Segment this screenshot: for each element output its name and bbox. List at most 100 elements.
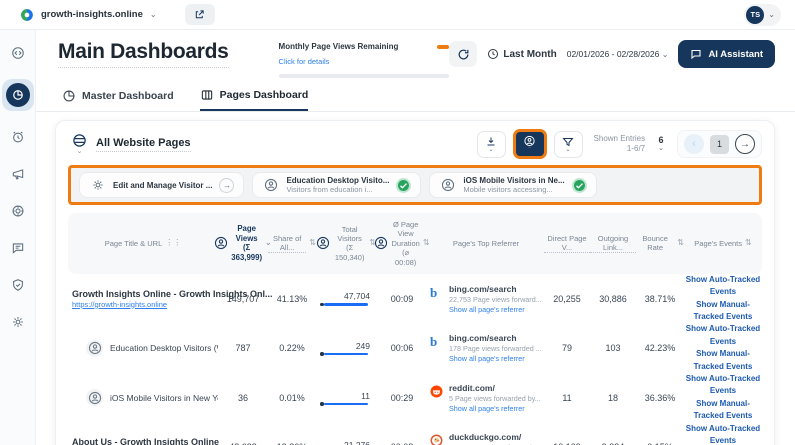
alarm-icon xyxy=(11,130,25,144)
outgoing-cell: 103 xyxy=(605,343,621,354)
open-site-button[interactable] xyxy=(184,4,215,25)
chevron-down-icon: ⌄ xyxy=(768,9,775,19)
refresh-button[interactable] xyxy=(449,41,478,67)
site-logo-icon xyxy=(20,8,34,22)
all-website-pages-card: ⌄ All Website Pages ⌄ ⌃ ⌄ Shown Entries … xyxy=(55,120,775,445)
panel-toggle-icon xyxy=(11,46,25,60)
visitor-chip[interactable]: iOS Mobile Visitors in Ne... Mobile visi… xyxy=(429,172,597,198)
quota-details-link[interactable]: Click for details xyxy=(279,57,330,66)
sidebar-item-megaphone[interactable] xyxy=(7,163,29,185)
bounce-cell: 38.71% xyxy=(644,293,676,304)
visitor-chip[interactable]: Edit and Manage Visitor ... → xyxy=(79,172,245,198)
duration-cell: 00:29 xyxy=(390,392,414,403)
pie-icon xyxy=(62,89,76,103)
drag-handle-icon[interactable]: ⋮⋮ xyxy=(165,238,181,248)
show-all-referrers-link[interactable]: Show all page's referrer xyxy=(449,354,525,363)
segment-title-cell: Education Desktop Visitors (Windows + ..… xyxy=(68,339,218,357)
duckduckgo-icon xyxy=(430,434,443,445)
column-header-title[interactable]: Page Title & URL ⋮⋮ xyxy=(68,238,218,248)
page-url-link[interactable]: https://growth-insights.online xyxy=(72,300,167,309)
sidebar-item-alarm[interactable] xyxy=(7,126,29,148)
referrer-cell: duckduckgo.com/ 5,091 Page views forward… xyxy=(428,432,544,445)
views-cell: 787 xyxy=(235,343,251,354)
quota-widget: Monthly Page Views Remaining Click for d… xyxy=(278,42,449,78)
quota-label: Monthly Page Views Remaining xyxy=(278,42,399,51)
arrow-right-icon[interactable]: → xyxy=(219,177,235,193)
sidebar-item-settings[interactable] xyxy=(7,311,29,333)
events-link[interactable]: Show Auto-Tracked Events xyxy=(684,423,762,445)
filter-button[interactable]: ⌄ xyxy=(553,130,583,158)
column-header-events[interactable]: Page's Events ⇅ xyxy=(684,238,762,248)
visitor-chip[interactable]: Education Desktop Visito... Visitors fro… xyxy=(252,172,422,198)
period-selector[interactable]: Last Month xyxy=(487,48,557,60)
person-icon xyxy=(441,178,455,192)
period-label: Last Month xyxy=(503,48,557,60)
visitor-group-chips: Edit and Manage Visitor ... → Education … xyxy=(68,165,762,205)
sort-icon[interactable]: ⇅ xyxy=(677,238,684,248)
card-title: All Website Pages xyxy=(96,137,191,152)
site-selector[interactable]: growth-insights.online ⌄ xyxy=(14,6,163,24)
events-link[interactable]: Show Auto-Tracked Events xyxy=(684,323,762,348)
referrer-cell: b bing.com/search 22,753 Page views forw… xyxy=(430,283,542,314)
top-bar: growth-insights.online ⌄ TS ⌄ xyxy=(0,0,795,30)
table-row: About Us - Growth Insights Online https:… xyxy=(68,423,762,445)
pagination: ‹ 1 → xyxy=(677,130,762,158)
share-cell: 0.01% xyxy=(279,392,305,403)
column-header-share[interactable]: Share of All... ⇅ xyxy=(268,234,316,254)
tab-master-dashboard[interactable]: Master Dashboard xyxy=(62,88,174,111)
column-header-outgoing[interactable]: Outgoing Link... xyxy=(590,234,636,254)
events-link[interactable]: Show Manual-Tracked Events xyxy=(684,398,762,423)
sort-icon[interactable]: ⇅ xyxy=(745,238,752,248)
column-header-bounce[interactable]: Bounce Rate ⇅ xyxy=(636,234,684,253)
column-header-direct[interactable]: Direct Page V... xyxy=(544,234,590,254)
person-icon xyxy=(316,236,330,250)
show-all-referrers-link[interactable]: Show all page's referrer xyxy=(449,404,525,413)
sidebar xyxy=(0,30,36,445)
table-header: Page Title & URL ⋮⋮ Page Views (Σ 363,999) ⌄… xyxy=(68,213,762,274)
events-link[interactable]: Show Auto-Tracked Events xyxy=(684,274,762,299)
bing-icon: b xyxy=(430,334,438,350)
pages-table-icon: ⌄ xyxy=(72,133,87,155)
site-name: growth-insights.online xyxy=(41,9,143,20)
events-cell: Show Auto-Tracked EventsShow Manual-Trac… xyxy=(684,274,762,324)
page-size-select[interactable]: 6 ⌄ xyxy=(658,136,664,152)
export-button[interactable]: ⌄ xyxy=(476,130,506,158)
bounce-cell: 36.36% xyxy=(644,392,676,403)
ai-assistant-button[interactable]: AI Assistant xyxy=(678,40,775,68)
chat-icon xyxy=(11,241,25,255)
sort-icon[interactable]: ⇅ xyxy=(309,238,316,248)
next-page-button[interactable]: → xyxy=(735,134,755,154)
prev-page-button[interactable]: ‹ xyxy=(684,134,704,154)
column-header-views[interactable]: Page Views (Σ 363,999) ⌄ xyxy=(215,224,272,263)
events-cell: Show Auto-Tracked EventsShow Manual-Trac… xyxy=(684,323,762,373)
column-header-visitors[interactable]: Total Visitors (Σ 150,340) ⇅ xyxy=(316,225,376,263)
date-range[interactable]: 02/01/2026 - 02/28/2026 ⌄ xyxy=(567,49,669,59)
show-all-referrers-link[interactable]: Show all page's referrer xyxy=(449,305,525,314)
person-icon xyxy=(264,178,278,192)
sidebar-item-chat[interactable] xyxy=(7,237,29,259)
column-header-referrer[interactable]: Page's Top Referrer xyxy=(428,239,544,248)
tab-pages-dashboard[interactable]: Pages Dashboard xyxy=(199,88,309,111)
page-title: Main Dashboards xyxy=(58,40,229,68)
sidebar-item-target[interactable] xyxy=(7,200,29,222)
reddit-icon xyxy=(430,385,443,398)
events-link[interactable]: Show Manual-Tracked Events xyxy=(684,299,762,324)
sidebar-item-shield[interactable] xyxy=(7,274,29,296)
user-menu[interactable]: TS ⌄ xyxy=(744,3,781,26)
direct-views-cell: 20,255 xyxy=(553,293,581,304)
column-header-duration[interactable]: Ø Page View Duration (⌀ 00:08) ⇅ xyxy=(375,220,430,267)
events-cell: Show Auto-Tracked EventsShow Manual-Trac… xyxy=(684,423,762,445)
duration-cell: 00:09 xyxy=(390,293,414,304)
bounce-cell: 42.23% xyxy=(644,343,676,354)
table-row: Growth Insights Online - Growth Insights… xyxy=(68,274,762,324)
visitors-cell: 249 xyxy=(316,341,376,356)
events-link[interactable]: Show Auto-Tracked Events xyxy=(684,373,762,398)
duration-cell: 00:06 xyxy=(390,343,414,354)
sidebar-item-dashboards[interactable] xyxy=(1,79,34,111)
sidebar-item-panel-toggle[interactable] xyxy=(7,42,29,64)
events-link[interactable]: Show Manual-Tracked Events xyxy=(684,348,762,373)
share-cell: 0.22% xyxy=(279,343,305,354)
person-icon xyxy=(88,391,102,405)
gear-icon xyxy=(91,178,105,192)
visitor-groups-button[interactable]: ⌃ xyxy=(512,129,547,159)
